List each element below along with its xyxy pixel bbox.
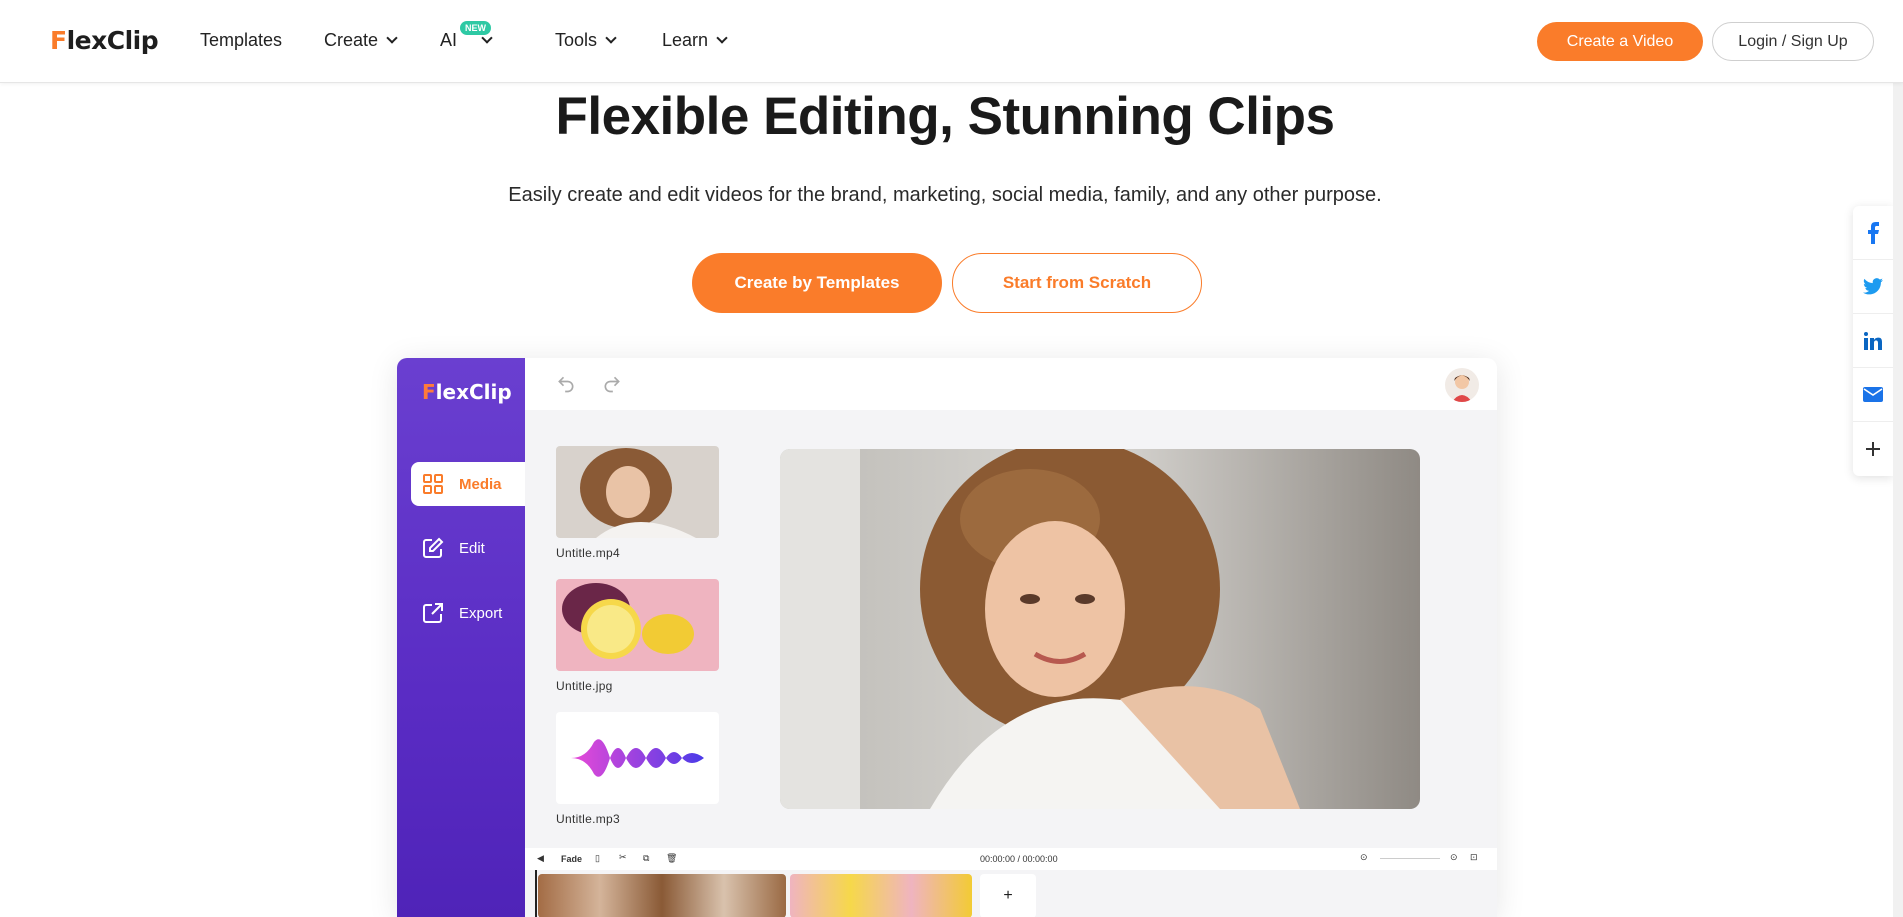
zoom-out-icon[interactable]: ⊙ — [1360, 852, 1368, 863]
chevron-down-icon — [716, 32, 728, 44]
create-by-templates-button[interactable]: Create by Templates — [692, 253, 942, 313]
editor-nav-media-label: Media — [459, 475, 502, 493]
page-scrollbar[interactable] — [1893, 0, 1903, 917]
nav-tools-label: Tools — [555, 30, 598, 50]
nav-learn-label: Learn — [662, 30, 709, 50]
timeline-track: + — [525, 870, 1497, 917]
chevron-down-icon — [386, 32, 398, 44]
editor-nav-export[interactable]: Export — [411, 591, 525, 635]
trash-icon[interactable]: 🗑 — [666, 853, 677, 864]
nav-templates[interactable]: Templates — [200, 30, 282, 51]
new-badge: NEW — [460, 21, 491, 35]
media-item-audio[interactable]: Untitle.mp3 — [556, 712, 719, 826]
editor-topbar — [525, 358, 1497, 410]
share-sidebar — [1853, 206, 1893, 476]
facebook-share-button[interactable] — [1853, 206, 1893, 260]
chevron-down-icon — [605, 32, 617, 44]
linkedin-share-button[interactable] — [1853, 314, 1893, 368]
export-icon — [423, 603, 443, 623]
edit-icon — [423, 537, 444, 558]
audio-waveform-thumbnail — [556, 712, 719, 804]
flexclip-logo[interactable]: FlexClip — [50, 26, 159, 55]
video-thumbnail — [556, 446, 719, 538]
media-filename: Untitle.mp4 — [556, 546, 620, 560]
mail-icon — [1863, 387, 1883, 402]
login-signup-button[interactable]: Login / Sign Up — [1712, 22, 1874, 61]
media-item-image[interactable]: Untitle.jpg — [556, 579, 719, 693]
editor-sidebar: FlexClip Media Edit Export — [397, 358, 525, 917]
avatar[interactable] — [1445, 368, 1479, 402]
media-filename: Untitle.mp3 — [556, 812, 620, 826]
nav-learn[interactable]: Learn — [662, 30, 728, 51]
split-icon[interactable]: ▯ — [595, 853, 600, 864]
twitter-share-button[interactable] — [1853, 260, 1893, 314]
editor-logo-wordmark: lexClip — [435, 380, 512, 404]
undo-icon[interactable] — [555, 374, 577, 394]
editor-logo-letter-f: F — [422, 380, 436, 404]
timeline-toolbar: ◀ Fade ▯ ✂ ⧉ 🗑 00:00:00 / 00:00:00 ⊙ ⊙ ⊡ — [525, 848, 1497, 870]
volume-icon[interactable]: ◀ — [537, 853, 544, 864]
timecode: 00:00:00 / 00:00:00 — [980, 854, 1058, 864]
hero-subtitle: Easily create and edit videos for the br… — [508, 184, 1382, 206]
playhead[interactable] — [535, 870, 537, 917]
logo-letter-f: F — [50, 26, 67, 55]
create-video-button[interactable]: Create a Video — [1537, 22, 1703, 61]
more-share-button[interactable] — [1853, 422, 1893, 476]
scissors-icon[interactable]: ✂ — [619, 852, 627, 863]
email-share-button[interactable] — [1853, 368, 1893, 422]
editor-preview: FlexClip Media Edit Export Untitle.mp4 U… — [397, 358, 1497, 917]
nav-templates-label: Templates — [200, 30, 283, 50]
nav-ai-label: AI — [440, 30, 458, 50]
media-item-video[interactable]: Untitle.mp4 — [556, 446, 719, 560]
add-clip-button[interactable]: + — [980, 874, 1036, 917]
logo-wordmark: lexClip — [66, 26, 159, 55]
fade-button[interactable]: Fade — [561, 854, 582, 864]
redo-icon[interactable] — [601, 374, 623, 394]
nav-create[interactable]: Create — [324, 30, 398, 51]
top-navbar: FlexClip Templates Create AI NEW Tools L… — [0, 0, 1903, 83]
plus-icon — [1866, 442, 1880, 456]
media-filename: Untitle.jpg — [556, 679, 613, 693]
nav-create-label: Create — [324, 30, 379, 50]
zoom-slider[interactable] — [1380, 858, 1440, 859]
editor-logo: FlexClip — [422, 380, 512, 404]
hero-title: Flexible Editing, Stunning Clips — [555, 87, 1336, 146]
copy-icon[interactable]: ⧉ — [643, 853, 649, 864]
image-thumbnail — [556, 579, 719, 671]
twitter-icon — [1863, 278, 1883, 295]
editor-nav-edit-label: Edit — [459, 539, 485, 557]
linkedin-icon — [1864, 331, 1882, 350]
nav-tools[interactable]: Tools — [555, 30, 617, 51]
fit-icon[interactable]: ⊡ — [1470, 852, 1478, 863]
start-from-scratch-button[interactable]: Start from Scratch — [952, 253, 1202, 313]
video-preview[interactable] — [780, 449, 1420, 809]
timeline-clip[interactable] — [538, 874, 786, 917]
zoom-in-icon[interactable]: ⊙ — [1450, 852, 1458, 863]
editor-nav-edit[interactable]: Edit — [411, 526, 525, 570]
facebook-icon — [1868, 221, 1879, 244]
grid-icon — [423, 474, 443, 494]
editor-nav-media[interactable]: Media — [411, 462, 525, 506]
page: FlexClip Templates Create AI NEW Tools L… — [0, 0, 1903, 917]
timeline-clip[interactable] — [790, 874, 972, 917]
editor-nav-export-label: Export — [459, 604, 503, 622]
